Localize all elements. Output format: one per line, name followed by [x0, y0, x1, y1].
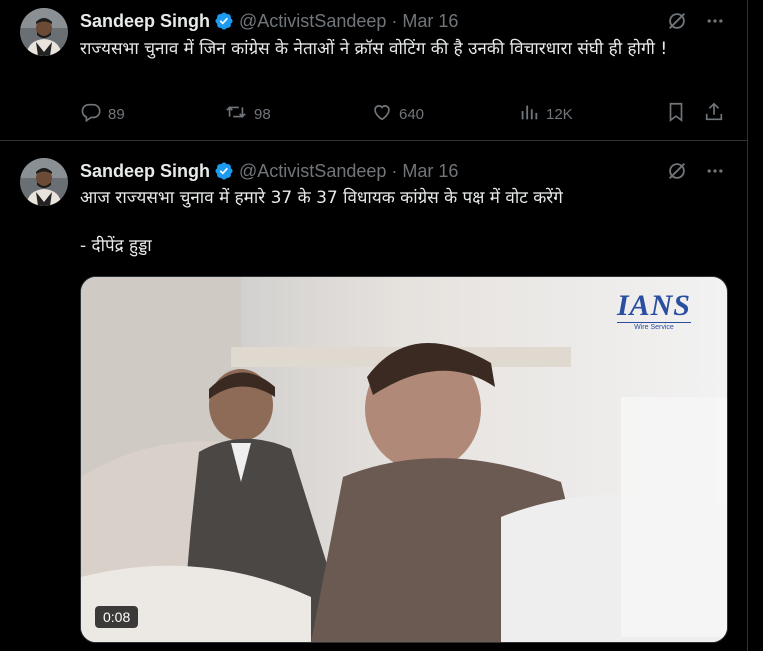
tweet-header: Sandeep Singh @ActivistSandeep · Mar 16	[80, 10, 458, 32]
tweet-text: आज राज्यसभा चुनाव में हमारे 37 के 37 विध…	[80, 188, 563, 256]
right-gutter	[748, 0, 763, 651]
verified-badge-icon[interactable]	[214, 161, 234, 181]
avatar[interactable]	[20, 8, 68, 56]
tweet-top-actions	[665, 159, 727, 183]
video-player[interactable]: IANS Wire Service 0:08	[80, 276, 728, 643]
avatar[interactable]	[20, 158, 68, 206]
views-icon	[518, 101, 540, 127]
like-icon	[371, 101, 393, 127]
like-button[interactable]: 640	[371, 101, 424, 127]
reply-icon	[80, 101, 102, 127]
more-icon[interactable]	[703, 9, 727, 33]
like-count: 640	[399, 105, 425, 123]
repost-count: 98	[254, 105, 271, 123]
display-name[interactable]: Sandeep Singh	[80, 11, 210, 32]
video-duration: 0:08	[95, 606, 139, 628]
tweet[interactable]: Sandeep Singh @ActivistSandeep · Mar 16 …	[0, 0, 747, 141]
verified-badge-icon[interactable]	[214, 11, 234, 31]
tweet[interactable]: Sandeep Singh @ActivistSandeep · Mar 16 …	[0, 141, 747, 651]
repost-icon	[224, 101, 248, 127]
tweet-action-bar: 89 98 640 12K	[80, 101, 728, 129]
tweet-top-actions	[665, 9, 727, 33]
reply-count: 89	[108, 105, 125, 123]
share-icon	[703, 101, 725, 127]
tweet-date[interactable]: Mar 16	[402, 11, 458, 32]
separator-dot: ·	[391, 160, 398, 181]
tweet-header: Sandeep Singh @ActivistSandeep · Mar 16	[80, 160, 458, 182]
more-icon[interactable]	[703, 159, 727, 183]
bookmark-button[interactable]	[665, 101, 687, 127]
share-button[interactable]	[703, 101, 725, 127]
tweet-date[interactable]: Mar 16	[402, 161, 458, 182]
watermark-logo: IANS	[616, 289, 691, 322]
views-count: 12K	[546, 105, 573, 123]
bookmark-icon	[665, 101, 687, 127]
repost-button[interactable]: 98	[224, 101, 271, 127]
separator-dot: ·	[391, 10, 398, 31]
watermark-subtitle: Wire Service	[616, 322, 691, 331]
user-handle[interactable]: @ActivistSandeep	[239, 161, 386, 182]
user-handle[interactable]: @ActivistSandeep	[239, 11, 386, 32]
ians-watermark: IANS Wire Service	[616, 289, 691, 331]
views-button[interactable]: 12K	[518, 101, 573, 127]
video-frame	[81, 277, 727, 642]
reply-button[interactable]: 89	[80, 101, 125, 127]
grok-icon[interactable]	[665, 9, 689, 33]
timeline-feed: Sandeep Singh @ActivistSandeep · Mar 16 …	[0, 0, 747, 651]
display-name[interactable]: Sandeep Singh	[80, 161, 210, 182]
grok-icon[interactable]	[665, 159, 689, 183]
tweet-text: राज्यसभा चुनाव में जिन कांग्रेस के नेताओ…	[80, 39, 668, 59]
